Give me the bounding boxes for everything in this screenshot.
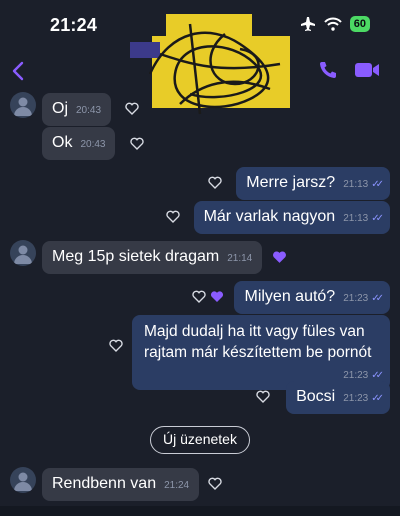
message-time: 20:43 [80,139,106,150]
react-heart-button[interactable] [252,385,274,407]
read-checkmarks-icon: ✓✓ [371,293,384,304]
redacted-contact-name [130,14,290,115]
message-text: Bocsi [296,388,336,405]
heart-filled-icon [210,290,224,302]
contact-avatar [10,240,36,266]
outgoing-message[interactable]: Merre jarsz? 21:13 ✓✓ [236,167,390,200]
message-text: Oj [52,100,68,117]
message-time: 21:13 [343,213,369,224]
react-heart-button[interactable] [204,171,226,193]
message-time: 21:23 [343,293,369,304]
heart-filled-icon [272,251,286,263]
heart-outline-icon [130,137,144,150]
person-icon [14,472,32,491]
new-messages-divider: Új üzenetek [150,426,250,454]
contact-avatar [10,92,36,118]
heart-outline-icon [125,102,139,115]
react-heart-button[interactable] [121,97,143,119]
incoming-message[interactable]: Rendbenn van 21:24 [42,468,200,501]
read-checkmarks-icon: ✓✓ [371,179,384,190]
heart-outline-icon [192,290,206,303]
battery-indicator: 60 [349,16,370,32]
airplane-icon [300,17,315,31]
message-time: 21:24 [164,480,190,491]
outgoing-message[interactable]: Már varlak nagyon 21:13 ✓✓ [193,201,390,234]
wifi-icon [324,17,342,31]
heart-outline-icon [166,210,180,223]
react-heart-button[interactable] [162,205,184,227]
heart-outline-icon [109,339,123,352]
incoming-message[interactable]: Oj 20:43 [42,93,112,126]
message-time: 21:23 [343,393,369,404]
message-time: 21:13 [343,179,369,190]
heart-outline-icon [256,390,270,403]
incoming-message[interactable]: Ok 20:43 [42,127,116,160]
video-camera-icon[interactable] [354,61,380,79]
contact-avatar [10,467,36,493]
message-time: 21:14 [227,253,253,264]
react-heart-button[interactable] [126,132,148,154]
status-icons: 60 [300,16,370,32]
person-icon [14,245,32,264]
message-text: Milyen autó? [244,288,336,305]
chevron-left-icon[interactable] [10,60,26,82]
outgoing-message[interactable]: Milyen autó? 21:23 ✓✓ [234,281,390,314]
person-icon [14,97,32,116]
react-heart-button[interactable] [105,334,127,356]
message-time: 20:43 [76,105,102,116]
incoming-message[interactable]: Meg 15p sietek dragam 21:14 [42,241,263,274]
heart-reaction[interactable] [206,285,228,307]
heart-outline-icon [208,477,222,490]
read-checkmarks-icon: ✓✓ [371,213,384,224]
clock: 21:24 [50,15,98,35]
phone-icon[interactable] [318,60,338,80]
heart-outline-icon [208,176,222,189]
message-text: Már varlak nagyon [203,208,336,225]
read-checkmarks-icon: ✓✓ [371,370,384,381]
message-text: Merre jarsz? [246,174,336,191]
bottom-edge [0,506,400,516]
message-text: Ok [52,134,73,151]
react-heart-button[interactable] [204,472,226,494]
read-checkmarks-icon: ✓✓ [371,393,384,404]
outgoing-message[interactable]: Majd dudalj ha itt vagy füles van rajtam… [132,315,390,390]
heart-reaction[interactable] [268,246,290,268]
message-time: 21:23 [343,370,369,381]
outgoing-message[interactable]: Bocsi 21:23 ✓✓ [286,381,390,414]
message-text: Rendbenn van [52,475,157,492]
message-text: Meg 15p sietek dragam [52,248,220,265]
message-text: Majd dudalj ha itt vagy füles van rajtam… [144,323,372,361]
